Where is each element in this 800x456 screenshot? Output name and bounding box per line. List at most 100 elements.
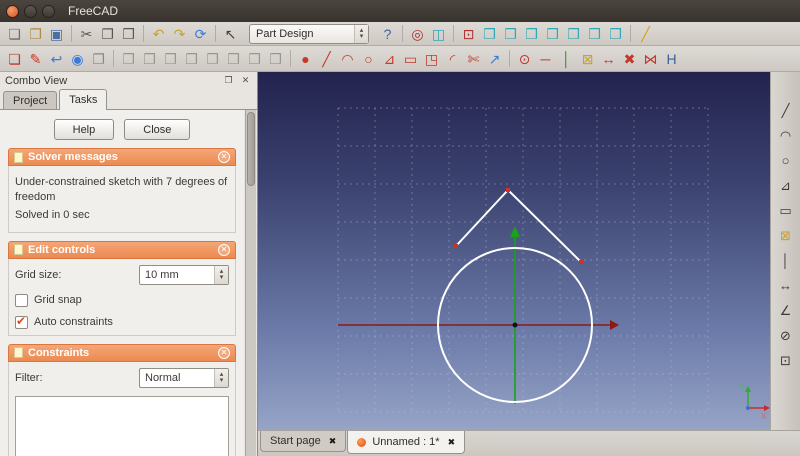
sketch-line-segment[interactable]: [455, 189, 509, 247]
sketch-polyline-icon[interactable]: ⊿: [379, 48, 400, 69]
document-tab[interactable]: Start page ✖: [260, 431, 347, 452]
dropdown-arrows-icon[interactable]: ▴ ▾: [354, 24, 368, 43]
sketch-arc-icon[interactable]: ◠: [337, 48, 358, 69]
view-front-icon[interactable]: ❒: [500, 23, 521, 44]
select-icon[interactable]: ↖: [220, 23, 241, 44]
sketch-polygon-icon[interactable]: ◳: [421, 48, 442, 69]
origin-point[interactable]: [512, 322, 518, 328]
measure-distance-icon[interactable]: ╱: [635, 23, 656, 44]
view-sketch-icon[interactable]: ◉: [67, 48, 88, 69]
document-tab[interactable]: Unnamed : 1* ✖: [347, 431, 466, 454]
float-panel-icon[interactable]: ❐: [222, 74, 235, 87]
view-isometric-icon[interactable]: ❒: [479, 23, 500, 44]
open-document-icon[interactable]: ❐: [25, 23, 46, 44]
section-close-icon[interactable]: ✕: [218, 243, 230, 256]
pad-icon[interactable]: ❒: [118, 48, 139, 69]
constraints-list[interactable]: [15, 395, 229, 456]
sketch-trim-icon[interactable]: ✄: [463, 48, 484, 69]
constraint-lock-icon[interactable]: ⊠: [577, 48, 598, 69]
view-right-icon[interactable]: ❒: [542, 23, 563, 44]
close-icon[interactable]: ✖: [329, 436, 337, 447]
redo-icon[interactable]: ↷: [169, 23, 190, 44]
dropdown-arrows-icon[interactable]: ▴ ▾: [214, 368, 228, 387]
view-left-icon[interactable]: ❒: [605, 23, 626, 44]
window-maximize-button[interactable]: [42, 4, 55, 18]
3d-viewport[interactable]: X Y: [258, 72, 770, 430]
constraints-header[interactable]: Constraints ✕: [8, 343, 236, 362]
grid-snap-row[interactable]: Grid snap: [15, 293, 229, 307]
auto-constraints-row[interactable]: Auto constraints: [15, 314, 229, 329]
mirrored-feature-icon[interactable]: ❒: [265, 48, 286, 69]
nav-radius-icon[interactable]: ⊘: [776, 325, 796, 345]
constraint-distance-icon[interactable]: ↔: [598, 48, 619, 69]
nav-distance-icon[interactable]: ↔: [776, 275, 796, 295]
view-bottom-icon[interactable]: ❒: [584, 23, 605, 44]
zoom-selection-icon[interactable]: ◎: [407, 23, 428, 44]
sketch-circle-icon[interactable]: ○: [358, 48, 379, 69]
sketch-line-icon[interactable]: ╱: [316, 48, 337, 69]
sketch-fillet-icon[interactable]: ◜: [442, 48, 463, 69]
workbench-selector[interactable]: Part Design ▴ ▾: [249, 23, 369, 44]
tab-project[interactable]: Project: [3, 91, 58, 109]
whats-this-icon[interactable]: ?: [377, 23, 398, 44]
view-top-icon[interactable]: ❒: [521, 23, 542, 44]
view-rear-icon[interactable]: ❒: [563, 23, 584, 44]
nav-polyline-icon[interactable]: ⊿: [776, 175, 796, 195]
fit-all-icon[interactable]: ⊡: [458, 23, 479, 44]
sketch-line-segment[interactable]: [507, 189, 582, 263]
constraint-vertical-icon[interactable]: │: [556, 48, 577, 69]
grid-snap-checkbox[interactable]: [15, 293, 28, 307]
edit-controls-header[interactable]: Edit controls ✕: [8, 240, 236, 259]
spinner-arrows-icon[interactable]: ▴ ▾: [214, 265, 228, 284]
copy-icon[interactable]: ❐: [97, 23, 118, 44]
leave-sketch-icon[interactable]: ↩: [46, 48, 67, 69]
nav-arc-icon[interactable]: ◠: [776, 125, 796, 145]
help-button[interactable]: Help: [53, 119, 115, 140]
draw-style-icon[interactable]: ◫: [428, 23, 449, 44]
groove-icon[interactable]: ❒: [181, 48, 202, 69]
chamfer-feature-icon[interactable]: ❒: [223, 48, 244, 69]
revolution-icon[interactable]: ❒: [160, 48, 181, 69]
draft-feature-icon[interactable]: ❒: [244, 48, 265, 69]
scrollbar-thumb[interactable]: [247, 112, 255, 186]
nav-fit-icon[interactable]: ⊡: [776, 350, 796, 370]
section-close-icon[interactable]: ✕: [218, 346, 230, 359]
map-sketch-icon[interactable]: ❐: [88, 48, 109, 69]
sketch-external-geometry-icon[interactable]: ↗: [484, 48, 505, 69]
close-button[interactable]: Close: [124, 119, 191, 140]
sketch-canvas[interactable]: X Y: [258, 72, 770, 430]
paste-icon[interactable]: ❒: [118, 23, 139, 44]
create-sketch-icon[interactable]: ❏: [4, 48, 25, 69]
pocket-icon[interactable]: ❒: [139, 48, 160, 69]
close-panel-icon[interactable]: ✕: [239, 74, 252, 87]
edit-sketch-icon[interactable]: ✎: [25, 48, 46, 69]
toggle-construction-icon[interactable]: H: [661, 48, 682, 69]
sketch-point-icon[interactable]: ●: [295, 48, 316, 69]
save-document-icon[interactable]: ▣: [46, 23, 67, 44]
nav-line-icon[interactable]: ╱: [776, 100, 796, 120]
nav-circle-icon[interactable]: ○: [776, 150, 796, 170]
cut-icon[interactable]: ✂: [76, 23, 97, 44]
constraint-horizontal-icon[interactable]: ─: [535, 48, 556, 69]
nav-angle-icon[interactable]: ∠: [776, 300, 796, 320]
auto-constraints-checkbox[interactable]: [15, 314, 28, 329]
section-close-icon[interactable]: ✕: [218, 151, 230, 163]
nav-rectangle-icon[interactable]: ▭: [776, 200, 796, 220]
nav-vertical-constraint-icon[interactable]: │: [776, 250, 796, 270]
constraint-symmetric-icon[interactable]: ⋈: [640, 48, 661, 69]
sketch-rectangle-icon[interactable]: ▭: [400, 48, 421, 69]
refresh-icon[interactable]: ⟳: [190, 23, 211, 44]
fillet-feature-icon[interactable]: ❒: [202, 48, 223, 69]
sketch-point[interactable]: [454, 244, 458, 248]
panel-scrollbar[interactable]: [245, 110, 256, 456]
window-minimize-button[interactable]: [24, 4, 37, 18]
solver-messages-header[interactable]: Solver messages ✕: [8, 148, 236, 166]
constraint-delete-icon[interactable]: ✖: [619, 48, 640, 69]
undo-icon[interactable]: ↶: [148, 23, 169, 44]
constraint-coincident-icon[interactable]: ⊙: [514, 48, 535, 69]
constraint-filter-dropdown[interactable]: Normal ▴ ▾: [139, 367, 229, 388]
grid-size-spinbox[interactable]: 10 mm ▴ ▾: [139, 264, 229, 285]
sketch-point[interactable]: [579, 260, 583, 264]
new-document-icon[interactable]: ❏: [4, 23, 25, 44]
close-icon[interactable]: ✖: [448, 437, 456, 448]
